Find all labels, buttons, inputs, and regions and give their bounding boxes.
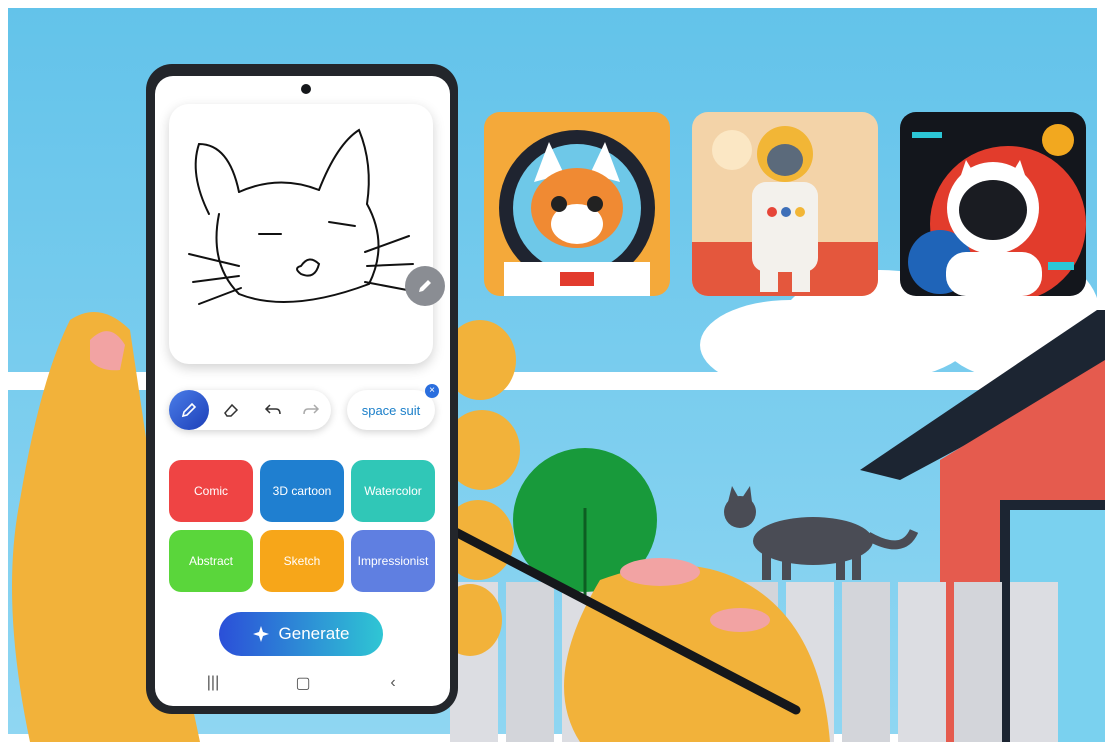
generated-image-watercolor-cat-astronaut[interactable] bbox=[692, 112, 878, 296]
style-label: 3D cartoon bbox=[272, 484, 332, 498]
redo-icon bbox=[303, 404, 320, 415]
android-nav-bar: ||| ▢ ‹ bbox=[155, 668, 450, 698]
drawing-canvas[interactable] bbox=[169, 104, 433, 364]
style-label: Sketch bbox=[283, 554, 321, 568]
prompt-chip[interactable]: space suit bbox=[347, 390, 435, 430]
pen-icon bbox=[181, 402, 197, 418]
redo-button[interactable] bbox=[291, 390, 331, 430]
back-icon[interactable]: ‹ bbox=[373, 668, 413, 698]
back-glyph: ‹ bbox=[390, 674, 396, 691]
style-button-impressionist[interactable]: Impressionist bbox=[351, 530, 435, 592]
style-label: Watercolor bbox=[364, 484, 422, 498]
generate-button[interactable]: Generate bbox=[219, 612, 383, 656]
undo-button[interactable] bbox=[253, 390, 293, 430]
drawing-toolbar bbox=[169, 390, 331, 430]
recents-icon[interactable]: ||| bbox=[193, 668, 233, 698]
sparkle-icon bbox=[252, 626, 269, 642]
home-icon[interactable]: ▢ bbox=[283, 668, 323, 698]
style-button-comic[interactable]: Comic bbox=[169, 460, 253, 522]
style-label: Comic bbox=[193, 484, 228, 498]
style-button-sketch[interactable]: Sketch bbox=[260, 530, 344, 592]
undo-icon bbox=[264, 404, 281, 415]
edit-drawing-button[interactable] bbox=[405, 266, 445, 306]
phone-screen: space suit × Comic 3D cartoon Watercolor… bbox=[155, 76, 450, 706]
generated-image-abstract-cat-astronaut[interactable] bbox=[900, 112, 1086, 296]
generated-image-comic-cat-astronaut[interactable] bbox=[484, 112, 670, 296]
style-button-3d-cartoon[interactable]: 3D cartoon bbox=[260, 460, 344, 522]
style-button-watercolor[interactable]: Watercolor bbox=[351, 460, 435, 522]
home-glyph: ▢ bbox=[295, 675, 311, 692]
front-camera bbox=[301, 84, 311, 94]
recents-glyph: ||| bbox=[206, 674, 220, 691]
pen-tool-button[interactable] bbox=[169, 390, 209, 430]
prompt-text: space suit bbox=[361, 402, 421, 418]
style-label: Abstract bbox=[188, 554, 233, 568]
generate-label: Generate bbox=[278, 624, 350, 643]
eraser-icon bbox=[224, 403, 239, 417]
clear-prompt-close-icon[interactable]: × bbox=[425, 384, 439, 398]
cat-sketch-drawing bbox=[188, 128, 414, 305]
eraser-tool-button[interactable] bbox=[211, 390, 251, 430]
pencil-icon bbox=[419, 280, 431, 292]
promo-scene: space suit × Comic 3D cartoon Watercolor… bbox=[0, 0, 1105, 742]
style-button-abstract[interactable]: Abstract bbox=[169, 530, 253, 592]
style-label: Impressionist bbox=[357, 554, 429, 568]
